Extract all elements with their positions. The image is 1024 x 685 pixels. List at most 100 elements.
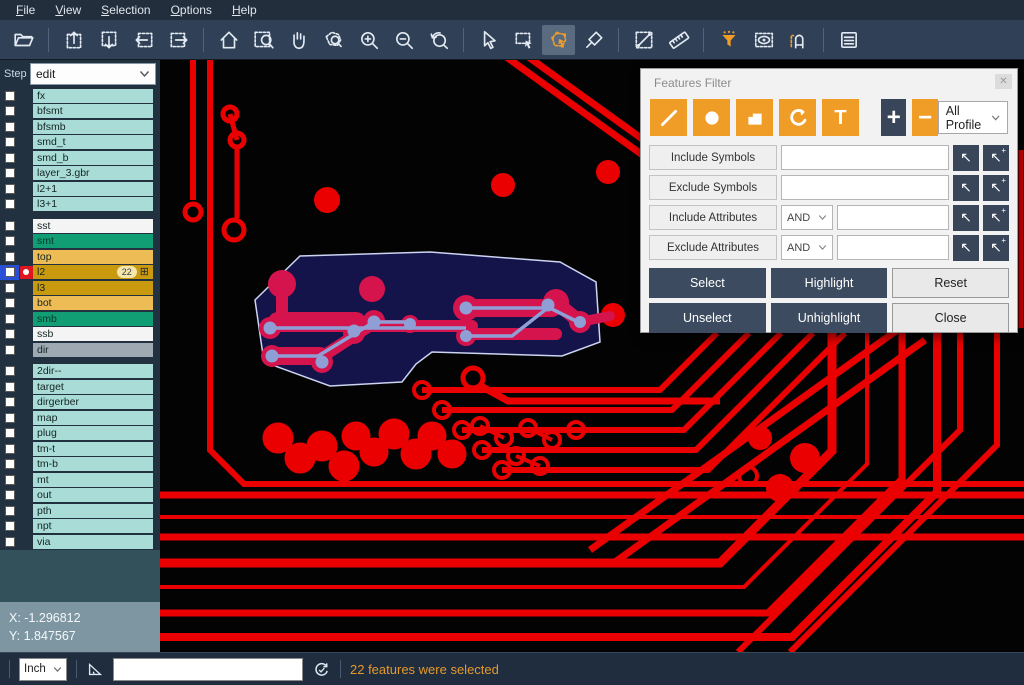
layer-visibility-checkbox[interactable] bbox=[0, 519, 19, 535]
reset-button[interactable]: Reset bbox=[892, 268, 1009, 298]
layer-visibility-checkbox[interactable] bbox=[0, 426, 19, 442]
layer-row-sst[interactable]: sst bbox=[0, 218, 160, 234]
layer-visibility-checkbox[interactable] bbox=[0, 503, 19, 519]
exclude-symbols-input[interactable] bbox=[781, 175, 949, 200]
exclude-attributes-input[interactable] bbox=[837, 235, 949, 260]
highlight-button[interactable]: Highlight bbox=[771, 268, 888, 298]
line-shape-icon[interactable] bbox=[650, 99, 687, 136]
active-layer-indicator[interactable] bbox=[19, 265, 33, 281]
unhighlight-button[interactable]: Unhighlight bbox=[771, 303, 888, 333]
zoom-previous-icon[interactable] bbox=[422, 25, 455, 55]
layer-row-l3+1[interactable]: l3+1 bbox=[0, 197, 160, 213]
unselect-button[interactable]: Unselect bbox=[649, 303, 766, 333]
layer-visibility-checkbox[interactable] bbox=[0, 181, 19, 197]
pad-shape-icon[interactable] bbox=[693, 99, 730, 136]
layer-row-npt[interactable]: npt bbox=[0, 519, 160, 535]
select-pointer-icon[interactable] bbox=[472, 25, 505, 55]
snap-magnet-icon[interactable] bbox=[782, 25, 815, 55]
layer-visibility-checkbox[interactable] bbox=[0, 249, 19, 265]
home-icon[interactable] bbox=[212, 25, 245, 55]
layer-row-bot[interactable]: bot bbox=[0, 296, 160, 312]
layer-row-smt[interactable]: smt bbox=[0, 234, 160, 250]
layer-row-l2[interactable]: l222⊞ bbox=[0, 265, 160, 281]
include-attributes-button[interactable]: Include Attributes bbox=[649, 205, 777, 230]
layer-visibility-checkbox[interactable] bbox=[0, 364, 19, 380]
features-filter-icon[interactable] bbox=[712, 25, 745, 55]
layer-row-bfsmt[interactable]: bfsmt bbox=[0, 104, 160, 120]
layer-visibility-checkbox[interactable] bbox=[0, 311, 19, 327]
add-filter-button[interactable]: + bbox=[881, 99, 906, 136]
layer-visibility-checkbox[interactable] bbox=[0, 166, 19, 182]
layer-row-out[interactable]: out bbox=[0, 488, 160, 504]
layer-row-smd_t[interactable]: smd_t bbox=[0, 135, 160, 151]
pan-hand-icon[interactable] bbox=[282, 25, 315, 55]
layer-visibility-checkbox[interactable] bbox=[0, 395, 19, 411]
include-symbols-input[interactable] bbox=[781, 145, 949, 170]
menu-view[interactable]: View bbox=[45, 1, 91, 19]
menu-options[interactable]: Options bbox=[161, 1, 222, 19]
pick-add-attributes-button[interactable]: ↖+ bbox=[983, 235, 1009, 261]
layer-visibility-checkbox[interactable] bbox=[0, 296, 19, 312]
measure-line-icon[interactable] bbox=[627, 25, 660, 55]
step-select[interactable]: edit bbox=[30, 63, 156, 85]
command-input[interactable] bbox=[113, 658, 303, 681]
zoom-in-icon[interactable] bbox=[352, 25, 385, 55]
ruler-icon[interactable] bbox=[662, 25, 695, 55]
layer-visibility-checkbox[interactable] bbox=[0, 441, 19, 457]
layer-visibility-checkbox[interactable] bbox=[0, 488, 19, 504]
layer-row-dir[interactable]: dir bbox=[0, 342, 160, 358]
layer-row-dirgerber[interactable]: dirgerber bbox=[0, 395, 160, 411]
layer-row-l2+1[interactable]: l2+1 bbox=[0, 181, 160, 197]
unit-select[interactable]: Inch bbox=[19, 658, 67, 681]
layer-row-target[interactable]: target bbox=[0, 379, 160, 395]
folder-open-icon[interactable] bbox=[7, 25, 40, 55]
layer-visibility-checkbox[interactable] bbox=[0, 379, 19, 395]
layer-visibility-checkbox[interactable] bbox=[0, 218, 19, 234]
layer-visibility-checkbox[interactable] bbox=[0, 88, 19, 104]
exclude-symbols-button[interactable]: Exclude Symbols bbox=[649, 175, 777, 200]
layer-row-2dir--[interactable]: 2dir-- bbox=[0, 364, 160, 380]
layer-row-tm-b[interactable]: tm-b bbox=[0, 457, 160, 473]
layer-row-smb[interactable]: smb bbox=[0, 311, 160, 327]
surface-shape-icon[interactable] bbox=[736, 99, 773, 136]
layer-row-pth[interactable]: pth bbox=[0, 503, 160, 519]
zoom-out-icon[interactable] bbox=[387, 25, 420, 55]
close-icon[interactable]: ✕ bbox=[995, 74, 1012, 89]
layer-row-smd_b[interactable]: smd_b bbox=[0, 150, 160, 166]
pick-attributes-button[interactable]: ↖ bbox=[953, 235, 979, 261]
layer-row-bfsmb[interactable]: bfsmb bbox=[0, 119, 160, 135]
menu-file[interactable]: File bbox=[6, 1, 45, 19]
layer-visibility-checkbox[interactable] bbox=[0, 457, 19, 473]
layer-visibility-checkbox[interactable] bbox=[0, 534, 19, 550]
exclude-attributes-button[interactable]: Exclude Attributes bbox=[649, 235, 777, 260]
remove-filter-button[interactable]: − bbox=[912, 99, 937, 136]
select-button[interactable]: Select bbox=[649, 268, 766, 298]
layer-visibility-checkbox[interactable] bbox=[0, 342, 19, 358]
move-down-icon[interactable] bbox=[92, 25, 125, 55]
layer-visibility-checkbox[interactable] bbox=[0, 472, 19, 488]
layer-row-layer_3.gbr[interactable]: layer_3.gbr bbox=[0, 166, 160, 182]
clear-brush-icon[interactable] bbox=[577, 25, 610, 55]
layers-panel-icon[interactable] bbox=[832, 25, 865, 55]
zoom-window-icon[interactable] bbox=[247, 25, 280, 55]
pick-symbols-button[interactable]: ↖ bbox=[953, 175, 979, 201]
move-left-icon[interactable] bbox=[127, 25, 160, 55]
select-rectangle-icon[interactable] bbox=[507, 25, 540, 55]
layer-row-via[interactable]: via bbox=[0, 534, 160, 550]
pick-attributes-button[interactable]: ↖ bbox=[953, 205, 979, 231]
view-box-icon[interactable] bbox=[747, 25, 780, 55]
exclude-attributes-operator[interactable]: AND bbox=[781, 235, 833, 260]
pick-symbols-button[interactable]: ↖ bbox=[953, 145, 979, 171]
menu-help[interactable]: Help bbox=[222, 1, 267, 19]
layer-row-l3[interactable]: l3 bbox=[0, 280, 160, 296]
move-up-icon[interactable] bbox=[57, 25, 90, 55]
include-attributes-input[interactable] bbox=[837, 205, 949, 230]
include-symbols-button[interactable]: Include Symbols bbox=[649, 145, 777, 170]
pick-add-symbols-button[interactable]: ↖+ bbox=[983, 145, 1009, 171]
select-polygon-icon[interactable] bbox=[542, 25, 575, 55]
layer-visibility-checkbox[interactable] bbox=[0, 119, 19, 135]
zoom-polygon-icon[interactable] bbox=[317, 25, 350, 55]
layer-visibility-checkbox[interactable] bbox=[0, 197, 19, 213]
layer-row-fx[interactable]: fx bbox=[0, 88, 160, 104]
include-attributes-operator[interactable]: AND bbox=[781, 205, 833, 230]
